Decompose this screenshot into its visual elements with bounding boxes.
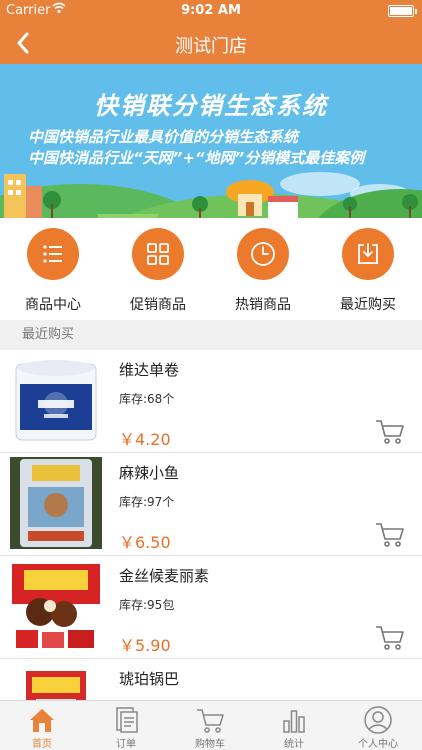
- product-image: [10, 560, 102, 652]
- category-row: 商品中心 促销商品 热销商品 最近购买: [0, 218, 422, 320]
- banner-subtitle-1: 中国快销品行业最具价值的分销生态系统: [28, 128, 299, 146]
- list-icon: [27, 228, 79, 280]
- tab-label: 订单: [116, 739, 136, 750]
- product-image: [10, 457, 102, 549]
- tab-cart[interactable]: 购物车: [168, 701, 252, 750]
- category-label: 热销商品: [235, 297, 291, 313]
- download-icon: [342, 228, 394, 280]
- top-bar: Carrier 9:02 AM 测试门店: [0, 0, 422, 64]
- product-price: ￥5.90: [119, 636, 171, 655]
- category-label: 最近购买: [340, 297, 396, 313]
- tab-orders[interactable]: 订单: [84, 701, 168, 750]
- battery-icon: [388, 5, 417, 17]
- product-item[interactable]: 维达单卷 库存:68个 ￥4.20: [0, 350, 422, 453]
- status-bar: Carrier 9:02 AM: [0, 0, 422, 22]
- tab-bar: 首页 订单 购物车 统计 个人中心: [0, 700, 422, 750]
- tab-profile[interactable]: 个人中心: [336, 701, 420, 750]
- product-image: [10, 354, 102, 446]
- add-to-cart-icon[interactable]: [374, 521, 406, 549]
- page-title: 测试门店: [175, 36, 247, 57]
- section-title: 最近购买: [0, 320, 422, 350]
- tab-label: 首页: [32, 739, 52, 750]
- product-stock: 库存:97个: [119, 495, 175, 509]
- tab-label: 个人中心: [358, 739, 398, 750]
- home-icon: [27, 705, 57, 735]
- category-promotions[interactable]: 促销商品: [108, 228, 208, 318]
- tab-home[interactable]: 首页: [0, 701, 84, 750]
- product-price: ￥6.50: [119, 533, 171, 552]
- orders-icon: [111, 705, 141, 735]
- stats-icon: [279, 705, 309, 735]
- product-item[interactable]: 金丝候麦丽素 库存:95包 ￥5.90: [0, 556, 422, 659]
- product-stock: 库存:95包: [119, 598, 175, 612]
- category-recent-purchases[interactable]: 最近购买: [318, 228, 418, 318]
- grid-icon: [132, 228, 184, 280]
- tab-stats[interactable]: 统计: [252, 701, 336, 750]
- product-item[interactable]: 麻辣小鱼 库存:97个 ￥6.50: [0, 453, 422, 556]
- add-to-cart-icon[interactable]: [374, 418, 406, 446]
- clock-icon: [237, 228, 289, 280]
- product-stock: 库存:68个: [119, 392, 175, 406]
- product-name: 麻辣小鱼: [119, 464, 180, 482]
- promo-banner[interactable]: 快销联分销生态系统 中国快销品行业最具价值的分销生态系统 中国快消品行业“天网”…: [0, 64, 422, 218]
- cart-icon: [195, 705, 225, 735]
- status-time: 9:02 AM: [181, 3, 241, 18]
- add-to-cart-icon[interactable]: [374, 624, 406, 652]
- product-name: 金丝候麦丽素: [119, 567, 210, 585]
- product-name: 维达单卷: [119, 361, 180, 379]
- user-icon: [363, 705, 393, 735]
- tab-label: 统计: [284, 739, 304, 750]
- product-price: ￥4.20: [119, 430, 171, 449]
- tab-label: 购物车: [195, 739, 225, 750]
- category-hot-sales[interactable]: 热销商品: [213, 228, 313, 318]
- banner-title: 快销联分销生态系统: [94, 92, 328, 120]
- category-product-center[interactable]: 商品中心: [3, 228, 103, 318]
- category-label: 促销商品: [130, 297, 186, 313]
- category-label: 商品中心: [25, 297, 81, 313]
- product-name: 琥珀锅巴: [119, 670, 180, 688]
- banner-subtitle-2: 中国快消品行业“天网”+“地网”分销模式最佳案例: [28, 149, 365, 167]
